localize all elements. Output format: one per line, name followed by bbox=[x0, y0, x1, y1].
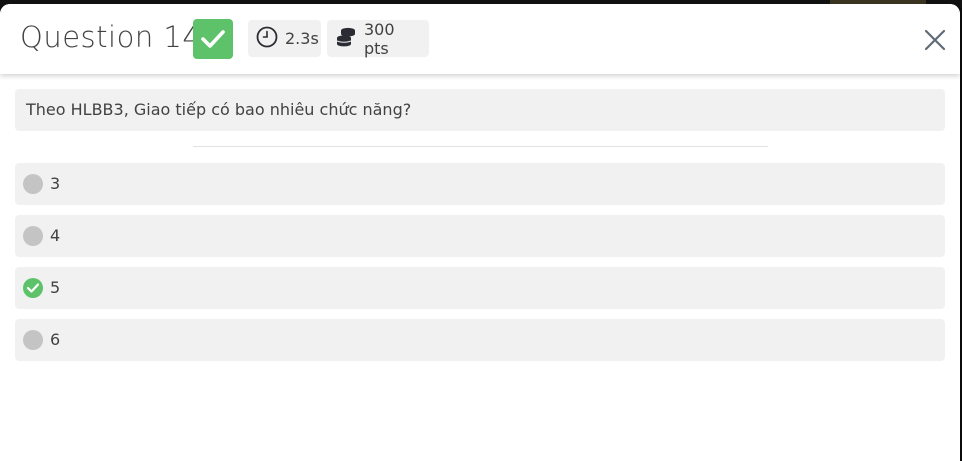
time-chip: 2.3s bbox=[248, 20, 321, 57]
answer-indicator-icon bbox=[23, 174, 43, 194]
answer-option-correct: 5 bbox=[15, 267, 945, 309]
answer-label: 4 bbox=[50, 226, 61, 245]
question-text: Theo HLBB3, Giao tiếp có bao nhiêu chức … bbox=[26, 100, 412, 119]
correct-status-badge bbox=[193, 19, 233, 59]
question-text-box: Theo HLBB3, Giao tiếp có bao nhiêu chức … bbox=[15, 89, 945, 131]
answer-label: 5 bbox=[50, 278, 61, 297]
answer-option: 4 bbox=[15, 215, 945, 257]
stopwatch-icon bbox=[256, 26, 278, 52]
divider bbox=[193, 146, 768, 147]
checkmark-icon bbox=[201, 30, 225, 48]
question-title: Question 14 bbox=[20, 20, 202, 54]
correct-check-icon bbox=[23, 278, 43, 298]
answer-label: 6 bbox=[50, 330, 61, 349]
coins-icon bbox=[335, 26, 357, 52]
question-modal: Question 14 2.3s 300 pts Theo HLBB3, Gia… bbox=[0, 4, 960, 461]
close-button[interactable] bbox=[923, 28, 947, 52]
answer-option: 6 bbox=[15, 319, 945, 361]
points-chip: 300 pts bbox=[327, 19, 429, 58]
answer-indicator-icon bbox=[23, 330, 43, 350]
points-value: 300 pts bbox=[364, 19, 395, 58]
modal-header: Question 14 2.3s 300 pts bbox=[0, 4, 960, 74]
close-icon bbox=[924, 29, 946, 51]
answer-option: 3 bbox=[15, 163, 945, 205]
time-value: 2.3s bbox=[285, 29, 319, 48]
answer-indicator-icon bbox=[23, 226, 43, 246]
answer-label: 3 bbox=[50, 174, 61, 193]
